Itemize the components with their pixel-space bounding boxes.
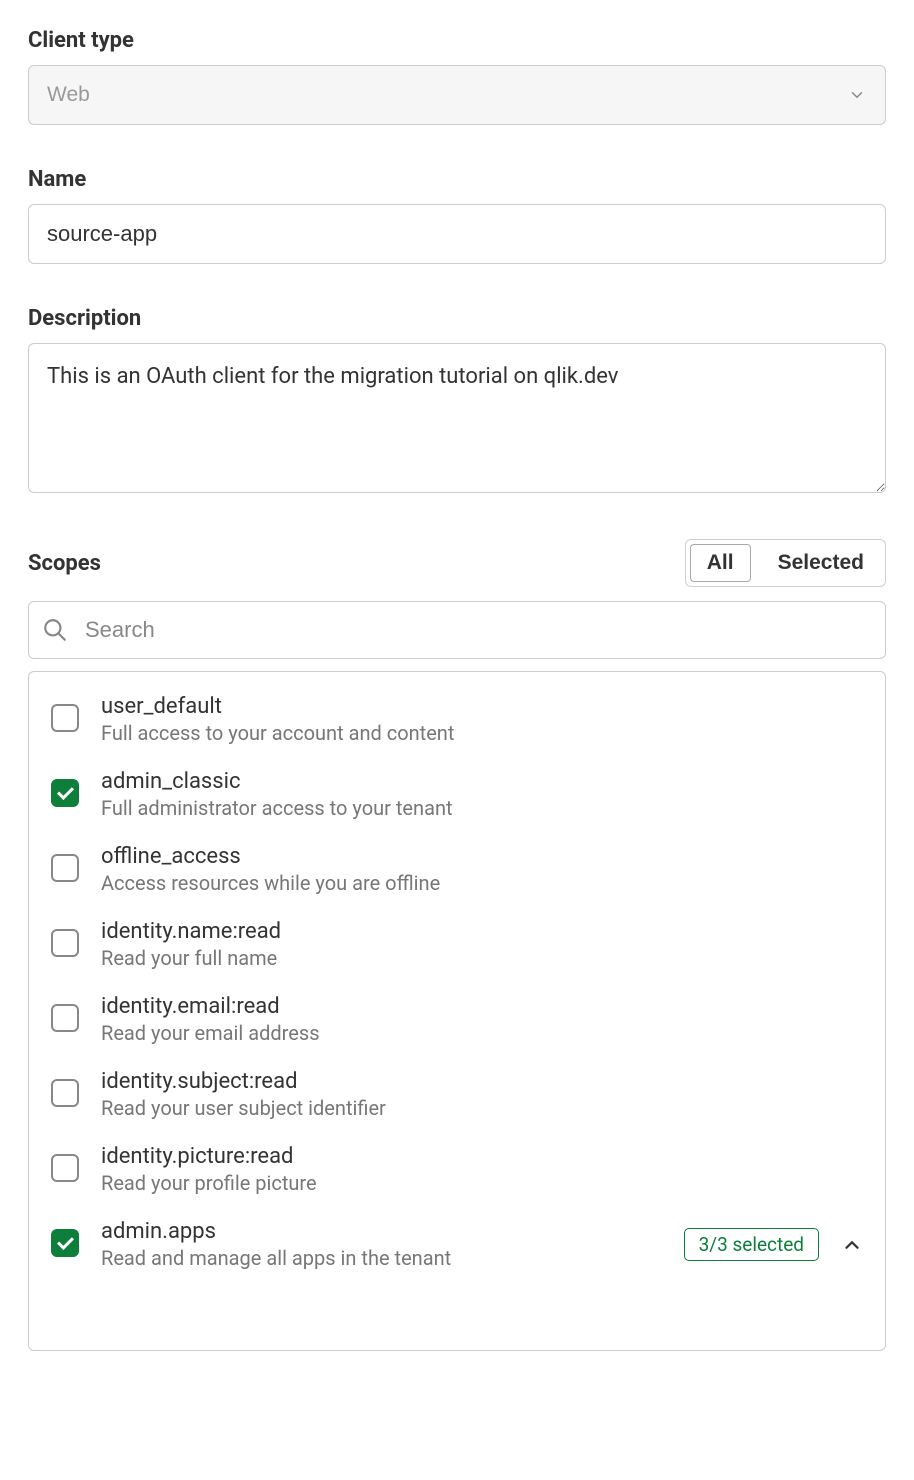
scope-checkbox[interactable]	[51, 929, 79, 957]
scopes-list[interactable]: user_defaultFull access to your account …	[29, 672, 885, 1350]
scope-checkbox[interactable]	[51, 704, 79, 732]
scope-item: admin.appsRead and manage all apps in th…	[29, 1207, 885, 1282]
scope-text: offline_accessAccess resources while you…	[101, 844, 863, 895]
filter-all-button[interactable]: All	[690, 544, 751, 582]
scope-text: identity.picture:readRead your profile p…	[101, 1144, 863, 1195]
scope-text: admin.appsRead and manage all apps in th…	[101, 1219, 662, 1270]
client-type-label: Client type	[28, 28, 886, 53]
scope-checkbox[interactable]	[51, 1229, 79, 1257]
scope-desc: Read and manage all apps in the tenant	[101, 1246, 662, 1270]
scope-name: admin_classic	[101, 769, 863, 794]
scope-item: offline_accessAccess resources while you…	[29, 832, 885, 907]
search-icon	[42, 617, 68, 643]
description-label: Description	[28, 306, 886, 331]
scope-name: identity.name:read	[101, 919, 863, 944]
scope-name: identity.subject:read	[101, 1069, 863, 1094]
scopes-label: Scopes	[28, 551, 101, 576]
scope-item: identity.picture:readRead your profile p…	[29, 1132, 885, 1207]
name-label: Name	[28, 167, 886, 192]
scope-item: admin_classicFull administrator access t…	[29, 757, 885, 832]
scopes-search-input[interactable]	[28, 601, 886, 659]
scope-desc: Read your email address	[101, 1021, 863, 1045]
scope-desc: Read your user subject identifier	[101, 1096, 863, 1120]
scope-text: user_defaultFull access to your account …	[101, 694, 863, 745]
scope-text: identity.email:readRead your email addre…	[101, 994, 863, 1045]
scope-name: identity.email:read	[101, 994, 863, 1019]
scope-checkbox[interactable]	[51, 779, 79, 807]
scope-desc: Full access to your account and content	[101, 721, 863, 745]
scope-text: identity.subject:readRead your user subj…	[101, 1069, 863, 1120]
description-textarea[interactable]	[28, 343, 886, 493]
filter-selected-button[interactable]: Selected	[761, 544, 881, 582]
scope-text: identity.name:readRead your full name	[101, 919, 863, 970]
scope-desc: Access resources while you are offline	[101, 871, 863, 895]
client-type-select[interactable]	[28, 65, 886, 125]
scope-name: user_default	[101, 694, 863, 719]
scope-text: admin_classicFull administrator access t…	[101, 769, 863, 820]
selected-count-badge: 3/3 selected	[684, 1228, 819, 1261]
scope-checkbox[interactable]	[51, 1004, 79, 1032]
scope-name: admin.apps	[101, 1219, 662, 1244]
scope-desc: Full administrator access to your tenant	[101, 796, 863, 820]
scope-desc: Read your full name	[101, 946, 863, 970]
scope-checkbox[interactable]	[51, 1079, 79, 1107]
chevron-up-icon[interactable]	[841, 1234, 863, 1256]
scope-name: offline_access	[101, 844, 863, 869]
name-input[interactable]	[28, 204, 886, 264]
scope-item: identity.subject:readRead your user subj…	[29, 1057, 885, 1132]
scope-checkbox[interactable]	[51, 1154, 79, 1182]
scope-name: identity.picture:read	[101, 1144, 863, 1169]
scope-checkbox[interactable]	[51, 854, 79, 882]
scope-desc: Read your profile picture	[101, 1171, 863, 1195]
scope-item: user_defaultFull access to your account …	[29, 682, 885, 757]
scope-item: identity.name:readRead your full name	[29, 907, 885, 982]
scope-item: identity.email:readRead your email addre…	[29, 982, 885, 1057]
scope-right: 3/3 selected	[684, 1228, 863, 1261]
